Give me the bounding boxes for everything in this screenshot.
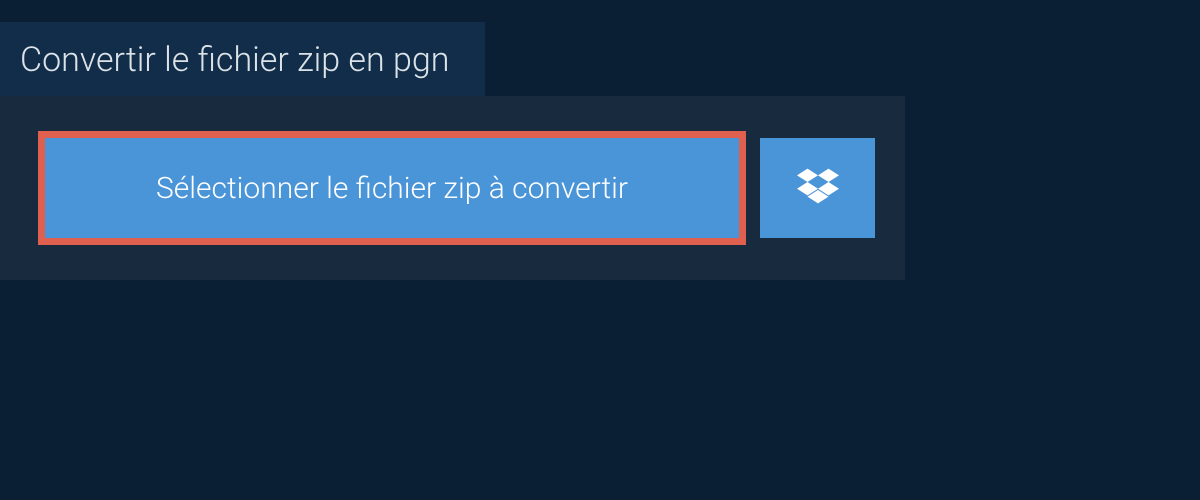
select-file-button[interactable]: Sélectionner le fichier zip à convertir xyxy=(38,131,746,245)
page-title-tab: Convertir le fichier zip en pgn xyxy=(0,22,485,98)
page-container: Convertir le fichier zip en pgn Sélectio… xyxy=(0,0,1200,500)
select-file-label: Sélectionner le fichier zip à convertir xyxy=(156,171,628,206)
dropbox-icon xyxy=(797,168,839,208)
dropbox-button[interactable] xyxy=(760,138,875,238)
page-title: Convertir le fichier zip en pgn xyxy=(20,40,449,80)
upload-panel: Sélectionner le fichier zip à convertir xyxy=(0,96,905,280)
